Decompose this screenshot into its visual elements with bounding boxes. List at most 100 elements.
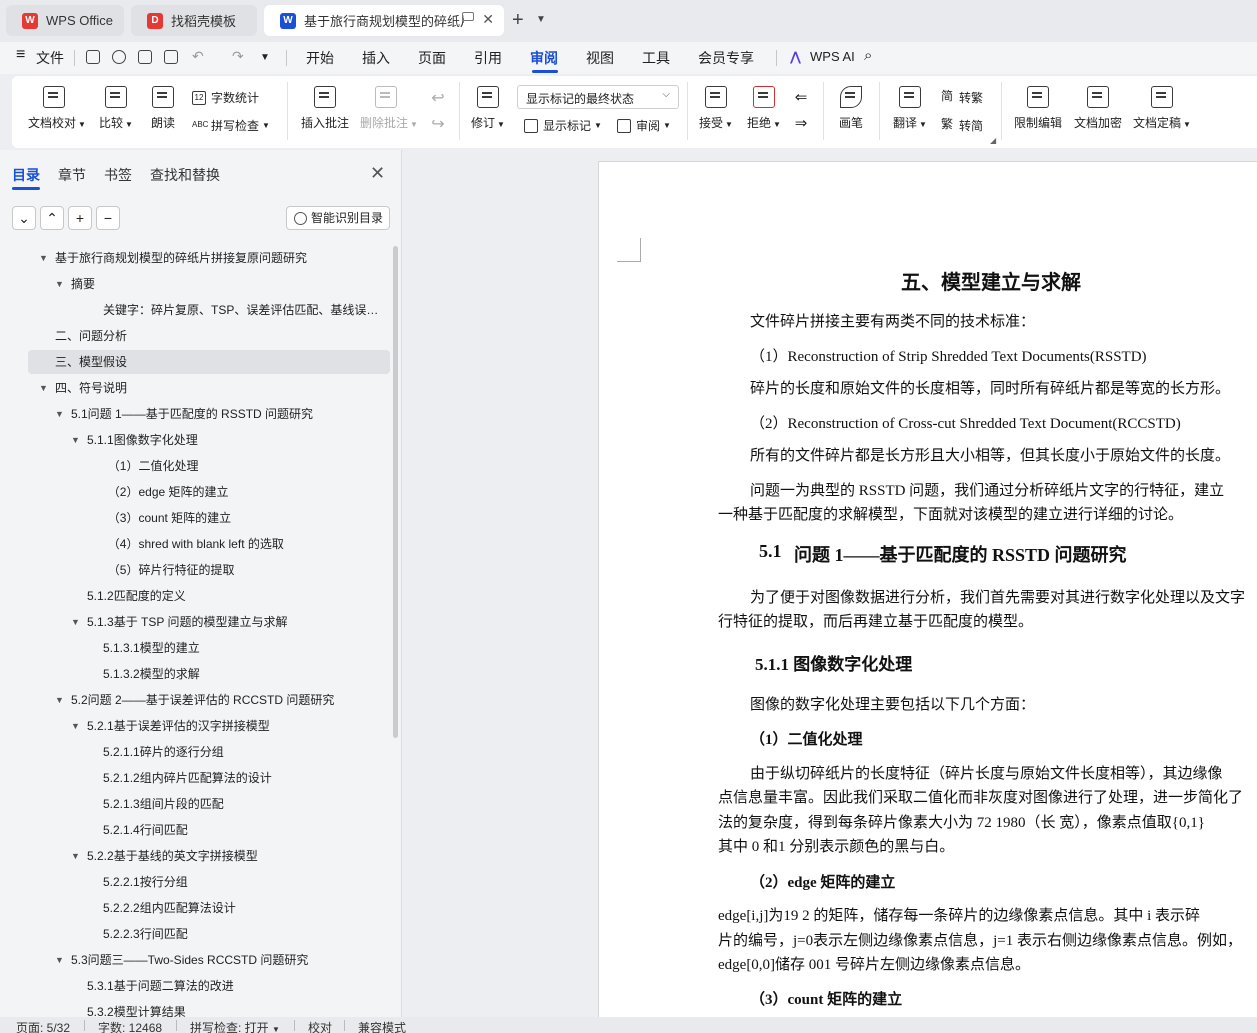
- toc-item[interactable]: ▼ 5.1.1图像数字化处理: [28, 428, 390, 452]
- toc-item[interactable]: ▼ 四、符号说明: [28, 376, 390, 400]
- markup-state-select[interactable]: 显示标记的最终状态 ⌵: [517, 85, 679, 109]
- expand-arrow-icon[interactable]: ▼: [71, 610, 80, 634]
- expand-arrow-icon[interactable]: ▼: [71, 714, 80, 738]
- menu-view[interactable]: 视图: [586, 48, 614, 68]
- next-change-icon[interactable]: ⇒: [792, 114, 810, 132]
- wps-ai-icon[interactable]: ⋀: [790, 49, 801, 65]
- toc-item[interactable]: （1）二值化处理: [28, 454, 390, 478]
- toc-item[interactable]: ▼ 5.3问题三——Two-Sides RCCSTD 问题研究: [28, 948, 390, 972]
- toc-item[interactable]: 5.2.2.1按行分组: [28, 870, 390, 894]
- toc-item[interactable]: 二、问题分析: [28, 324, 390, 348]
- to-traditional-button[interactable]: 简 转繁: [940, 89, 983, 106]
- doc-check-button[interactable]: 文档校对 ▼: [28, 86, 86, 131]
- toc-item[interactable]: ▼ 5.2.1基于误差评估的汉字拼接模型: [28, 714, 390, 738]
- expand-arrow-icon[interactable]: ▼: [55, 948, 64, 972]
- chevron-down-icon[interactable]: ▼: [260, 52, 270, 63]
- tab-bookmarks[interactable]: 书签: [104, 165, 132, 185]
- insert-comment-button[interactable]: 插入批注: [300, 86, 350, 131]
- toc-item[interactable]: ▼ 5.1问题 1——基于匹配度的 RSSTD 问题研究: [28, 402, 390, 426]
- draw-button[interactable]: 画笔: [836, 86, 866, 131]
- to-simplified-button[interactable]: 繁 转简: [940, 117, 983, 134]
- smart-toc-button[interactable]: 智能识别目录: [286, 206, 390, 230]
- tab-find-replace[interactable]: 查找和替换: [150, 165, 220, 185]
- toc-item[interactable]: 5.2.2.2组内匹配算法设计: [28, 896, 390, 920]
- expand-arrow-icon[interactable]: ▼: [71, 428, 80, 452]
- expand-corner-icon[interactable]: ◢: [990, 136, 996, 145]
- chevron-down-icon[interactable]: ▼: [536, 14, 546, 25]
- tab-toc[interactable]: 目录: [12, 165, 40, 185]
- delete-comment-button[interactable]: 删除批注 ▼: [360, 86, 418, 131]
- toc-item[interactable]: ▼ 5.2问题 2——基于误差评估的 RCCSTD 问题研究: [28, 688, 390, 712]
- word-count[interactable]: 字数: 12468: [98, 1019, 162, 1033]
- toc-item[interactable]: 5.3.1基于问题二算法的改进: [28, 974, 390, 998]
- toc-item[interactable]: 5.1.2匹配度的定义: [28, 584, 390, 608]
- page-indicator[interactable]: 页面: 5/32: [16, 1019, 70, 1033]
- toc-item[interactable]: （3）count 矩阵的建立: [28, 506, 390, 530]
- collapse-down-button[interactable]: ⌄: [12, 206, 36, 230]
- toc-item[interactable]: ▼ 摘要: [28, 272, 390, 296]
- expand-arrow-icon[interactable]: ▼: [39, 376, 48, 400]
- menu-review[interactable]: 审阅: [530, 48, 558, 68]
- toc-item[interactable]: 5.3.2模型计算结果: [28, 1000, 390, 1017]
- toc-item[interactable]: ▼ 5.1.3基于 TSP 问题的模型建立与求解: [28, 610, 390, 634]
- translate-button[interactable]: 翻译 ▼: [892, 86, 928, 131]
- expand-up-button[interactable]: ⌃: [40, 206, 64, 230]
- accept-button[interactable]: 接受 ▼: [698, 86, 734, 131]
- track-changes-button[interactable]: 修订 ▼: [470, 86, 506, 131]
- previous-change-icon[interactable]: ⇐: [792, 88, 810, 106]
- new-tab-plus-icon[interactable]: +: [512, 9, 524, 32]
- toc-item[interactable]: 5.1.3.2模型的求解: [28, 662, 390, 686]
- share-icon[interactable]: [112, 50, 126, 64]
- toc-item[interactable]: 5.2.2.3行间匹配: [28, 922, 390, 946]
- review-pane-button[interactable]: 审阅 ▼: [617, 117, 671, 134]
- expand-arrow-icon[interactable]: ▼: [39, 246, 48, 270]
- toc-item[interactable]: 5.2.1.2组内碎片匹配算法的设计: [28, 766, 390, 790]
- next-comment-icon[interactable]: ↪: [428, 114, 448, 134]
- tab-docer[interactable]: D 找稻壳模板: [131, 5, 257, 36]
- search-icon[interactable]: ⌕: [864, 47, 872, 64]
- redo-icon[interactable]: ↷: [232, 48, 244, 65]
- menu-file[interactable]: 文件: [36, 48, 64, 68]
- toc-item[interactable]: 5.2.1.3组间片段的匹配: [28, 792, 390, 816]
- hamburger-icon[interactable]: ≡: [16, 46, 25, 64]
- toc-item[interactable]: 三、模型假设: [28, 350, 390, 374]
- toc-item[interactable]: （2）edge 矩阵的建立: [28, 480, 390, 504]
- toc-item[interactable]: ▼ 5.2.2基于基线的英文字拼接模型: [28, 844, 390, 868]
- read-aloud-button[interactable]: 朗读: [148, 86, 178, 131]
- toc-item[interactable]: （5）碎片行特征的提取: [28, 558, 390, 582]
- expand-arrow-icon[interactable]: ▼: [55, 272, 64, 296]
- toc-item[interactable]: ▼ 基于旅行商规划模型的碎纸片拼接复原问题研究: [28, 246, 390, 270]
- spell-check-button[interactable]: ABC 拼写检查 ▼: [192, 117, 270, 134]
- tab-chapters[interactable]: 章节: [58, 165, 86, 185]
- toc-item[interactable]: 关键字：碎片复原、TSP、误差评估匹配、基线误差...: [28, 298, 390, 322]
- previous-comment-icon[interactable]: ↩: [428, 88, 448, 108]
- reject-button[interactable]: 拒绝 ▼: [746, 86, 782, 131]
- scrollbar[interactable]: [393, 246, 398, 738]
- menu-wps-ai[interactable]: WPS AI: [810, 49, 855, 64]
- toc-item[interactable]: 5.1.3.1模型的建立: [28, 636, 390, 660]
- word-count-button[interactable]: 12 字数统计: [192, 89, 259, 106]
- expand-arrow-icon[interactable]: ▼: [71, 844, 80, 868]
- toc-item[interactable]: 5.2.1.1碎片的逐行分组: [28, 740, 390, 764]
- menu-home[interactable]: 开始: [306, 48, 334, 68]
- toc-item[interactable]: 5.2.1.4行间匹配: [28, 818, 390, 842]
- monitor-icon[interactable]: [462, 12, 474, 21]
- proofread-status[interactable]: 校对: [308, 1019, 332, 1033]
- menu-tools[interactable]: 工具: [642, 48, 670, 68]
- document-page[interactable]: 五、模型建立与求解 文件碎片拼接主要有两类不同的技术标准： （1）Reconst…: [598, 161, 1257, 1017]
- print-preview-icon[interactable]: [164, 50, 178, 64]
- menu-member[interactable]: 会员专享: [698, 48, 754, 68]
- menu-layout[interactable]: 页面: [418, 48, 446, 68]
- encrypt-button[interactable]: 文档加密: [1072, 86, 1124, 131]
- remove-heading-button[interactable]: −: [96, 206, 120, 230]
- undo-icon[interactable]: ↶: [192, 48, 204, 65]
- tab-document[interactable]: W 基于旅行商规划模型的碎纸片拼 ✕: [264, 5, 504, 36]
- expand-arrow-icon[interactable]: ▼: [55, 402, 64, 426]
- toc-item[interactable]: （4）shred with blank left 的选取: [28, 532, 390, 556]
- save-icon[interactable]: [86, 50, 100, 64]
- add-heading-button[interactable]: +: [68, 206, 92, 230]
- close-icon[interactable]: ✕: [370, 163, 385, 184]
- tab-wps-office[interactable]: W WPS Office: [6, 5, 124, 36]
- menu-references[interactable]: 引用: [474, 48, 502, 68]
- compare-button[interactable]: 比较 ▼: [96, 86, 136, 131]
